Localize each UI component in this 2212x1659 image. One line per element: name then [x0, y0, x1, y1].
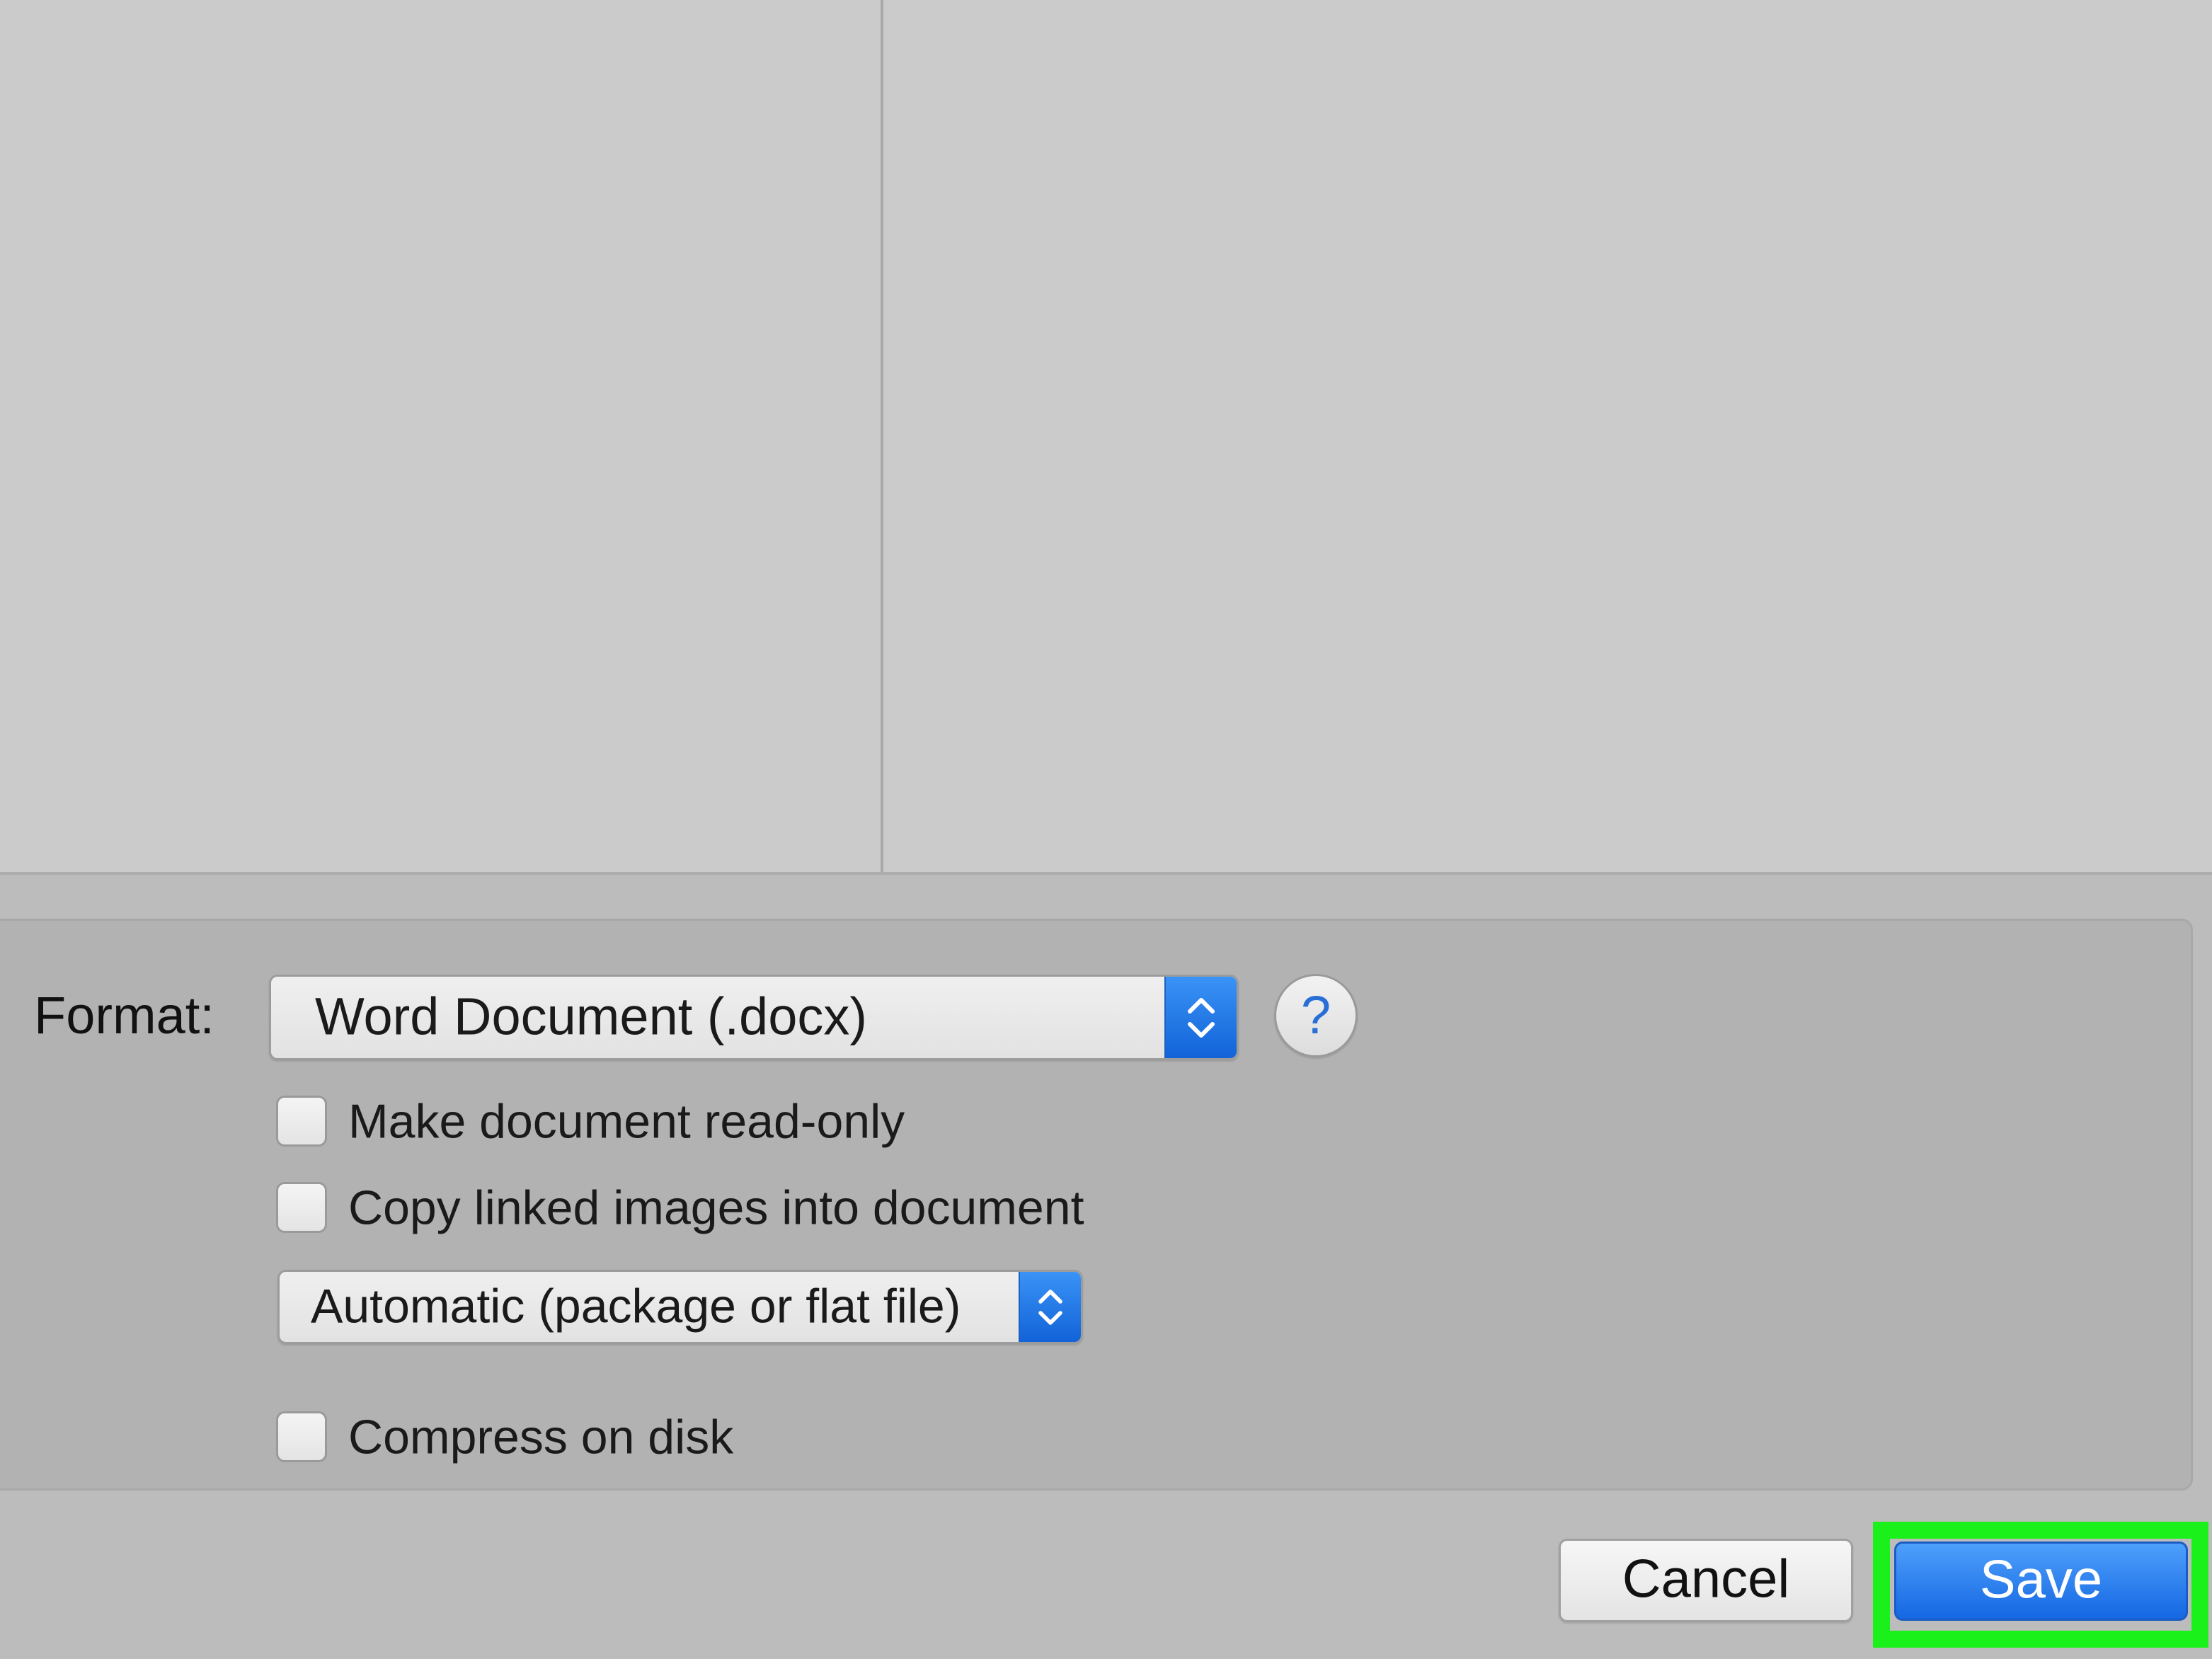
- package-format-popup[interactable]: Automatic (package or flat file): [277, 1270, 1083, 1344]
- up-down-chevron-icon: [1038, 1289, 1062, 1325]
- browser-column-left[interactable]: [0, 0, 883, 872]
- save-button-label: Save: [1979, 1549, 2103, 1610]
- save-dialog: Format: Word Document (.docx) ? Make doc…: [0, 0, 2212, 1659]
- question-mark-icon: ?: [1300, 985, 1331, 1045]
- copy-images-checkbox[interactable]: [276, 1182, 327, 1233]
- cancel-button-label: Cancel: [1622, 1549, 1790, 1609]
- package-stepper: [1019, 1272, 1081, 1342]
- read-only-label[interactable]: Make document read-only: [348, 1098, 905, 1146]
- file-browser: [0, 0, 2212, 875]
- cancel-button[interactable]: Cancel: [1559, 1539, 1853, 1622]
- format-popup[interactable]: Word Document (.docx): [269, 975, 1239, 1060]
- up-down-chevron-icon: [1188, 997, 1215, 1038]
- compress-checkbox[interactable]: [276, 1411, 327, 1462]
- browser-column-right[interactable]: [883, 0, 2212, 872]
- format-label: Format:: [34, 986, 214, 1045]
- copy-images-label[interactable]: Copy linked images into document: [348, 1184, 1084, 1232]
- read-only-checkbox[interactable]: [276, 1096, 327, 1147]
- compress-label[interactable]: Compress on disk: [348, 1413, 733, 1462]
- help-button[interactable]: ?: [1274, 974, 1358, 1057]
- format-selected-value: Word Document (.docx): [315, 987, 867, 1046]
- save-button[interactable]: Save: [1894, 1542, 2188, 1621]
- package-selected-value: Automatic (package or flat file): [311, 1279, 961, 1333]
- format-stepper: [1164, 977, 1237, 1058]
